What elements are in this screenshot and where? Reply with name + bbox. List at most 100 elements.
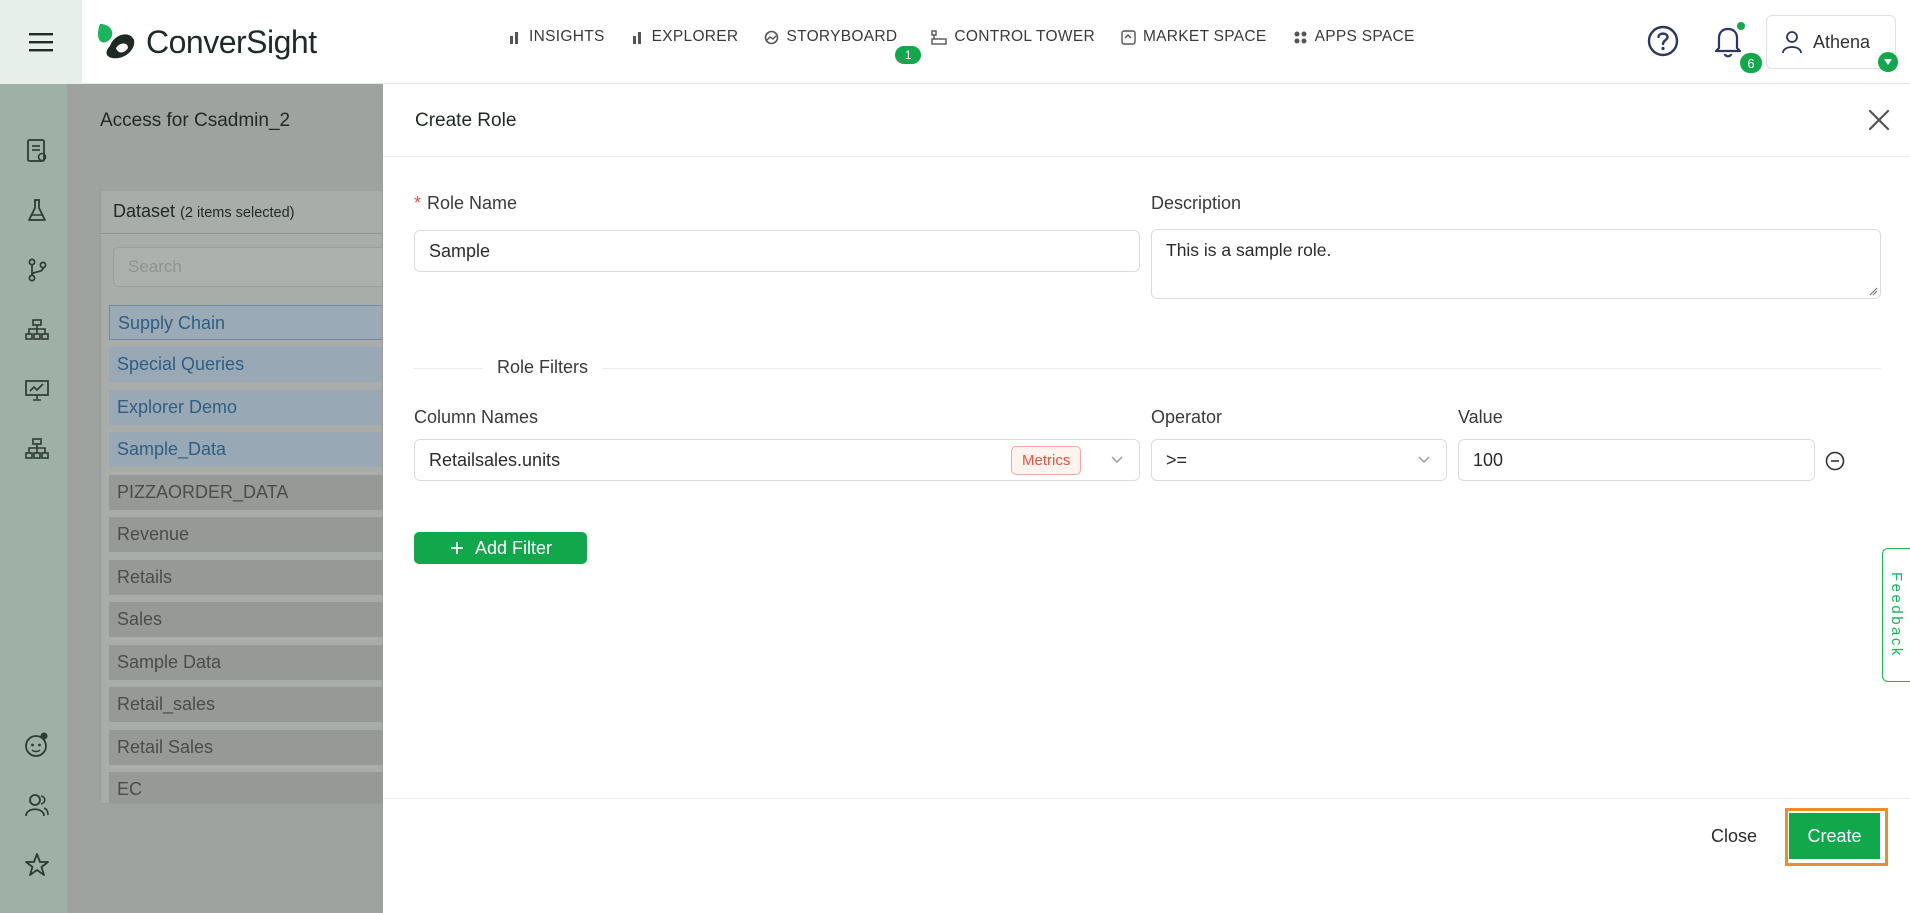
nav-label: STORYBOARD bbox=[786, 28, 898, 45]
brand-logo[interactable]: ConverSight bbox=[94, 18, 317, 66]
rail-item-structure[interactable] bbox=[24, 436, 50, 462]
user-menu[interactable]: Athena bbox=[1766, 15, 1896, 69]
dataset-item[interactable]: PIZZAORDER_DATA bbox=[109, 475, 382, 510]
role-name-input[interactable]: Sample bbox=[414, 230, 1140, 272]
nav-label: EXPLORER bbox=[651, 28, 739, 45]
role-name-label: * Role Name bbox=[414, 193, 517, 214]
user-menu-caret[interactable] bbox=[1878, 52, 1898, 72]
help-icon bbox=[1647, 25, 1679, 57]
hierarchy-icon bbox=[25, 319, 49, 340]
menu-toggle-button[interactable] bbox=[0, 0, 82, 84]
nav-label: CONTROL TOWER bbox=[954, 28, 1095, 45]
help-button[interactable] bbox=[1646, 24, 1680, 58]
drawer-title: Create Role bbox=[415, 110, 517, 131]
dataset-item[interactable]: Retail_sales bbox=[109, 687, 382, 722]
rail-item-users[interactable] bbox=[24, 792, 50, 818]
document-icon bbox=[27, 139, 47, 162]
required-marker: * bbox=[414, 193, 422, 213]
dataset-item[interactable]: Special Queries bbox=[109, 347, 382, 382]
dataset-selection-note: (2 items selected) bbox=[180, 205, 295, 221]
footer-divider bbox=[383, 798, 1910, 799]
bot-icon bbox=[25, 732, 48, 757]
rail-item-lab[interactable] bbox=[24, 198, 50, 224]
close-icon bbox=[1868, 109, 1890, 131]
nav-apps-space[interactable]: APPS SPACE bbox=[1293, 28, 1415, 46]
plus-icon bbox=[450, 542, 463, 554]
user-icon bbox=[1782, 31, 1802, 54]
add-filter-label: Add Filter bbox=[474, 537, 553, 558]
control-tower-icon bbox=[931, 29, 948, 45]
presentation-chart-icon bbox=[25, 380, 49, 401]
dataset-heading: Dataset (2 items selected) bbox=[113, 201, 295, 222]
rail-item-presentations[interactable] bbox=[24, 377, 50, 403]
rail-item-pipelines[interactable] bbox=[24, 257, 50, 283]
nav-control-tower[interactable]: CONTROL TOWER bbox=[931, 28, 1095, 46]
nav-label: MARKET SPACE bbox=[1142, 28, 1267, 45]
main-nav: INSIGHTS EXPLORER STORYBOARD 1 CONTROL T… bbox=[508, 28, 1415, 64]
rail-item-org[interactable] bbox=[24, 317, 50, 343]
dataset-item[interactable]: Retail Sales bbox=[109, 730, 382, 765]
value-label: Value bbox=[1458, 407, 1503, 427]
nav-label: APPS SPACE bbox=[1314, 28, 1415, 45]
page-title: Access for Csadmin_2 bbox=[100, 110, 291, 131]
add-filter-button[interactable]: Add Filter bbox=[414, 532, 587, 564]
left-icon-rail bbox=[0, 84, 67, 913]
dataset-item[interactable]: Sample Data bbox=[109, 645, 382, 680]
drawer-header: Create Role bbox=[383, 84, 1910, 157]
column-name-value: Retailsales.units bbox=[429, 449, 561, 470]
conversight-logo-icon bbox=[98, 24, 135, 59]
nav-insights[interactable]: INSIGHTS bbox=[508, 28, 605, 46]
nav-storyboard[interactable]: STORYBOARD 1 bbox=[764, 28, 922, 64]
dataset-item[interactable]: Explorer Demo bbox=[109, 390, 382, 425]
metrics-tag: Metrics bbox=[1011, 446, 1082, 475]
rail-item-favorites[interactable] bbox=[24, 852, 50, 878]
remove-filter-button[interactable] bbox=[1824, 450, 1846, 472]
dataset-item[interactable]: Supply Chain bbox=[109, 305, 382, 340]
bar-chart-icon bbox=[632, 32, 641, 44]
users-icon bbox=[25, 794, 49, 817]
description-text: This is a sample role. bbox=[1166, 240, 1332, 260]
resize-handle-icon[interactable] bbox=[1868, 286, 1878, 296]
chevron-down-icon bbox=[1418, 456, 1430, 463]
dataset-item[interactable]: Retails bbox=[109, 560, 382, 595]
notification-dot bbox=[1737, 22, 1745, 30]
description-label: Description bbox=[1151, 193, 1242, 213]
close-button[interactable]: Close bbox=[1711, 826, 1757, 847]
filter-value: 100 bbox=[1473, 449, 1504, 470]
feedback-tab[interactable]: Feedback bbox=[1882, 548, 1910, 682]
rail-item-reports[interactable] bbox=[24, 138, 50, 164]
rail-item-assistant[interactable] bbox=[24, 732, 50, 758]
description-textarea[interactable]: This is a sample role. bbox=[1151, 229, 1881, 299]
feedback-label: Feedback bbox=[1888, 572, 1905, 658]
nav-market-space[interactable]: MARKET SPACE bbox=[1121, 28, 1267, 46]
chevron-down-icon bbox=[1111, 456, 1123, 463]
user-name: Athena bbox=[1813, 31, 1871, 52]
dataset-search-input[interactable]: Search bbox=[113, 247, 382, 287]
dataset-item[interactable]: Revenue bbox=[109, 517, 382, 552]
hierarchy-icon bbox=[25, 438, 49, 459]
apps-grid-icon bbox=[1294, 31, 1307, 43]
create-role-drawer: Create Role * Role Name Sample Descriptio… bbox=[383, 84, 1910, 913]
operator-select[interactable]: >= bbox=[1151, 439, 1447, 481]
role-filters-title: Role Filters bbox=[483, 357, 603, 378]
caret-down-icon bbox=[1884, 59, 1892, 65]
column-names-label: Column Names bbox=[414, 407, 539, 427]
storyboard-icon bbox=[765, 30, 779, 44]
storyboard-badge: 1 bbox=[895, 46, 922, 64]
close-drawer-button[interactable] bbox=[1863, 104, 1895, 136]
filter-value-input[interactable]: 100 bbox=[1458, 439, 1815, 481]
notifications-count-badge: 6 bbox=[1740, 53, 1762, 73]
branch-icon bbox=[28, 258, 47, 282]
brand-name: ConverSight bbox=[146, 23, 317, 60]
operator-value: >= bbox=[1166, 449, 1188, 470]
operator-label: Operator bbox=[1151, 407, 1223, 427]
nav-explorer[interactable]: EXPLORER bbox=[631, 28, 739, 46]
dataset-item[interactable]: Sales bbox=[109, 602, 382, 637]
dataset-item[interactable]: Sample_Data bbox=[109, 432, 382, 467]
hamburger-icon bbox=[29, 33, 53, 52]
star-icon bbox=[25, 853, 49, 876]
bar-chart-icon bbox=[510, 32, 518, 44]
dataset-item[interactable]: EC bbox=[109, 772, 382, 803]
dataset-heading-label: Dataset bbox=[113, 201, 176, 221]
minus-circle-icon bbox=[1825, 451, 1845, 471]
